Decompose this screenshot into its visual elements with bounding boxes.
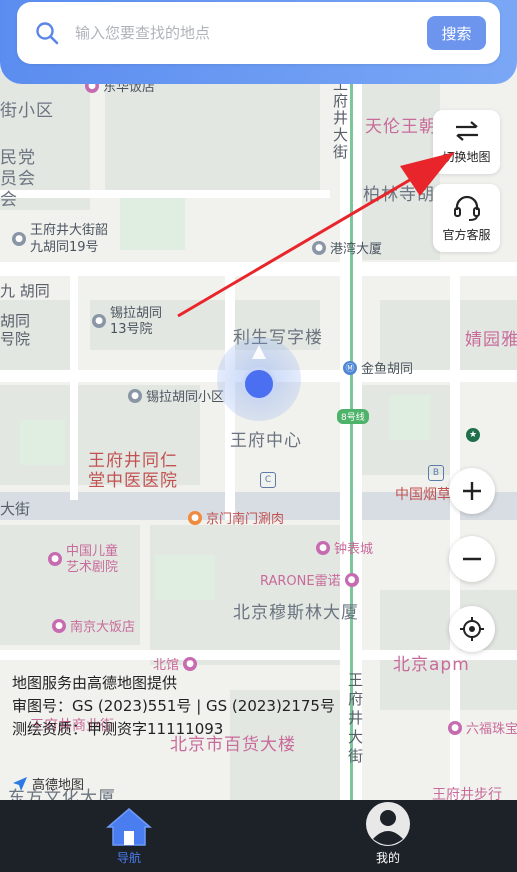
bottom-nav: 导航 我的 [0, 800, 517, 872]
search-icon [36, 22, 59, 45]
nav-item-navigation[interactable]: 导航 [79, 800, 179, 872]
user-avatar-icon [366, 802, 410, 846]
pointer-arrow-icon [177, 152, 455, 318]
home-icon [106, 808, 152, 846]
nav-label-mine: 我的 [375, 851, 400, 865]
nav-item-mine[interactable]: 我的 [338, 800, 438, 872]
header-bar: 搜索 [0, 0, 517, 84]
search-box[interactable]: 搜索 [17, 2, 500, 64]
nav-label-navigation: 导航 [116, 851, 141, 865]
search-button[interactable]: 搜索 [427, 16, 486, 50]
search-input[interactable] [73, 23, 427, 43]
